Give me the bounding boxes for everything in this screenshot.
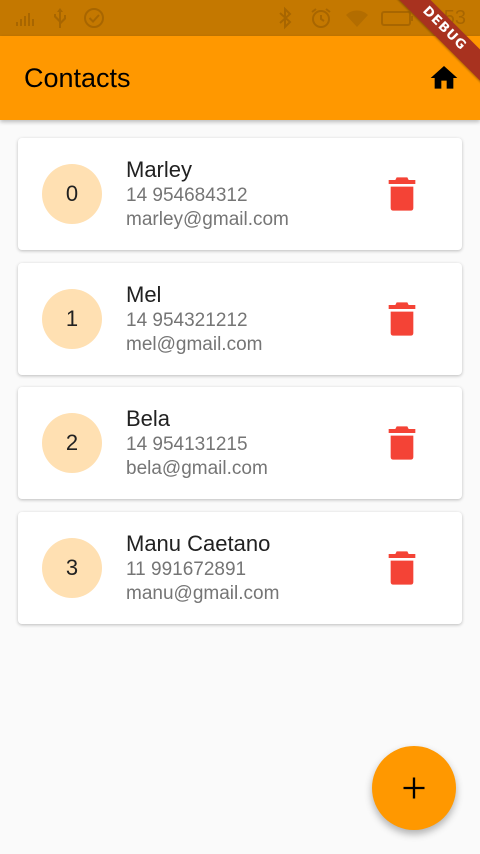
status-bar-left	[14, 6, 106, 30]
home-button[interactable]	[428, 62, 460, 94]
contact-card[interactable]: 3 Manu Caetano 11 991672891 manu@gmail.c…	[18, 511, 462, 624]
avatar: 1	[42, 288, 102, 349]
delete-button[interactable]	[386, 425, 418, 461]
trash-icon	[386, 176, 418, 212]
contact-info: Marley 14 954684312 marley@gmail.com	[126, 156, 289, 232]
contact-info: Bela 14 954131215 bela@gmail.com	[126, 405, 268, 481]
contact-card[interactable]: 0 Marley 14 954684312 marley@gmail.com	[18, 138, 462, 250]
add-icon	[372, 774, 456, 802]
trash-icon	[386, 301, 418, 337]
contact-email: mel@gmail.com	[126, 333, 263, 355]
alarm-icon	[309, 6, 333, 30]
contact-info: Mel 14 954321212 mel@gmail.com	[126, 281, 262, 357]
contact-phone: 14 954321212	[126, 309, 248, 331]
app-bar: Contacts	[0, 36, 480, 120]
contact-name: Marley	[126, 157, 193, 182]
contact-email: manu@gmail.com	[126, 582, 280, 604]
wifi-icon	[345, 6, 369, 30]
avatar: 0	[42, 164, 102, 224]
delete-button[interactable]	[386, 301, 418, 337]
contact-name: Manu Caetano	[126, 530, 271, 556]
contact-list: 0 Marley 14 954684312 marley@gmail.com 1…	[18, 138, 462, 636]
home-icon	[428, 62, 460, 94]
contact-phone: 14 954684312	[126, 185, 248, 206]
trash-icon	[386, 425, 418, 461]
contact-email: marley@gmail.com	[126, 209, 289, 230]
avatar: 3	[42, 537, 102, 598]
trash-icon	[386, 550, 418, 586]
contact-phone: 14 954131215	[126, 434, 248, 455]
bluetooth-icon	[273, 6, 297, 30]
delete-button[interactable]	[386, 176, 418, 212]
contact-card[interactable]: 2 Bela 14 954131215 bela@gmail.com	[18, 387, 462, 499]
contact-info: Manu Caetano 11 991672891 manu@gmail.com	[126, 530, 279, 606]
page-title: Contacts	[24, 63, 131, 93]
avatar: 2	[42, 413, 102, 473]
add-contact-button[interactable]	[372, 746, 456, 830]
usb-icon	[48, 6, 72, 30]
signal-icon	[14, 6, 38, 30]
contact-name: Mel	[126, 281, 162, 307]
contact-email: bela@gmail.com	[126, 458, 268, 479]
contact-card[interactable]: 1 Mel 14 954321212 mel@gmail.com	[18, 262, 462, 375]
contact-name: Bela	[126, 406, 171, 431]
sync-check-icon	[82, 6, 106, 30]
delete-button[interactable]	[386, 550, 418, 586]
contact-phone: 11 991672891	[126, 558, 247, 580]
